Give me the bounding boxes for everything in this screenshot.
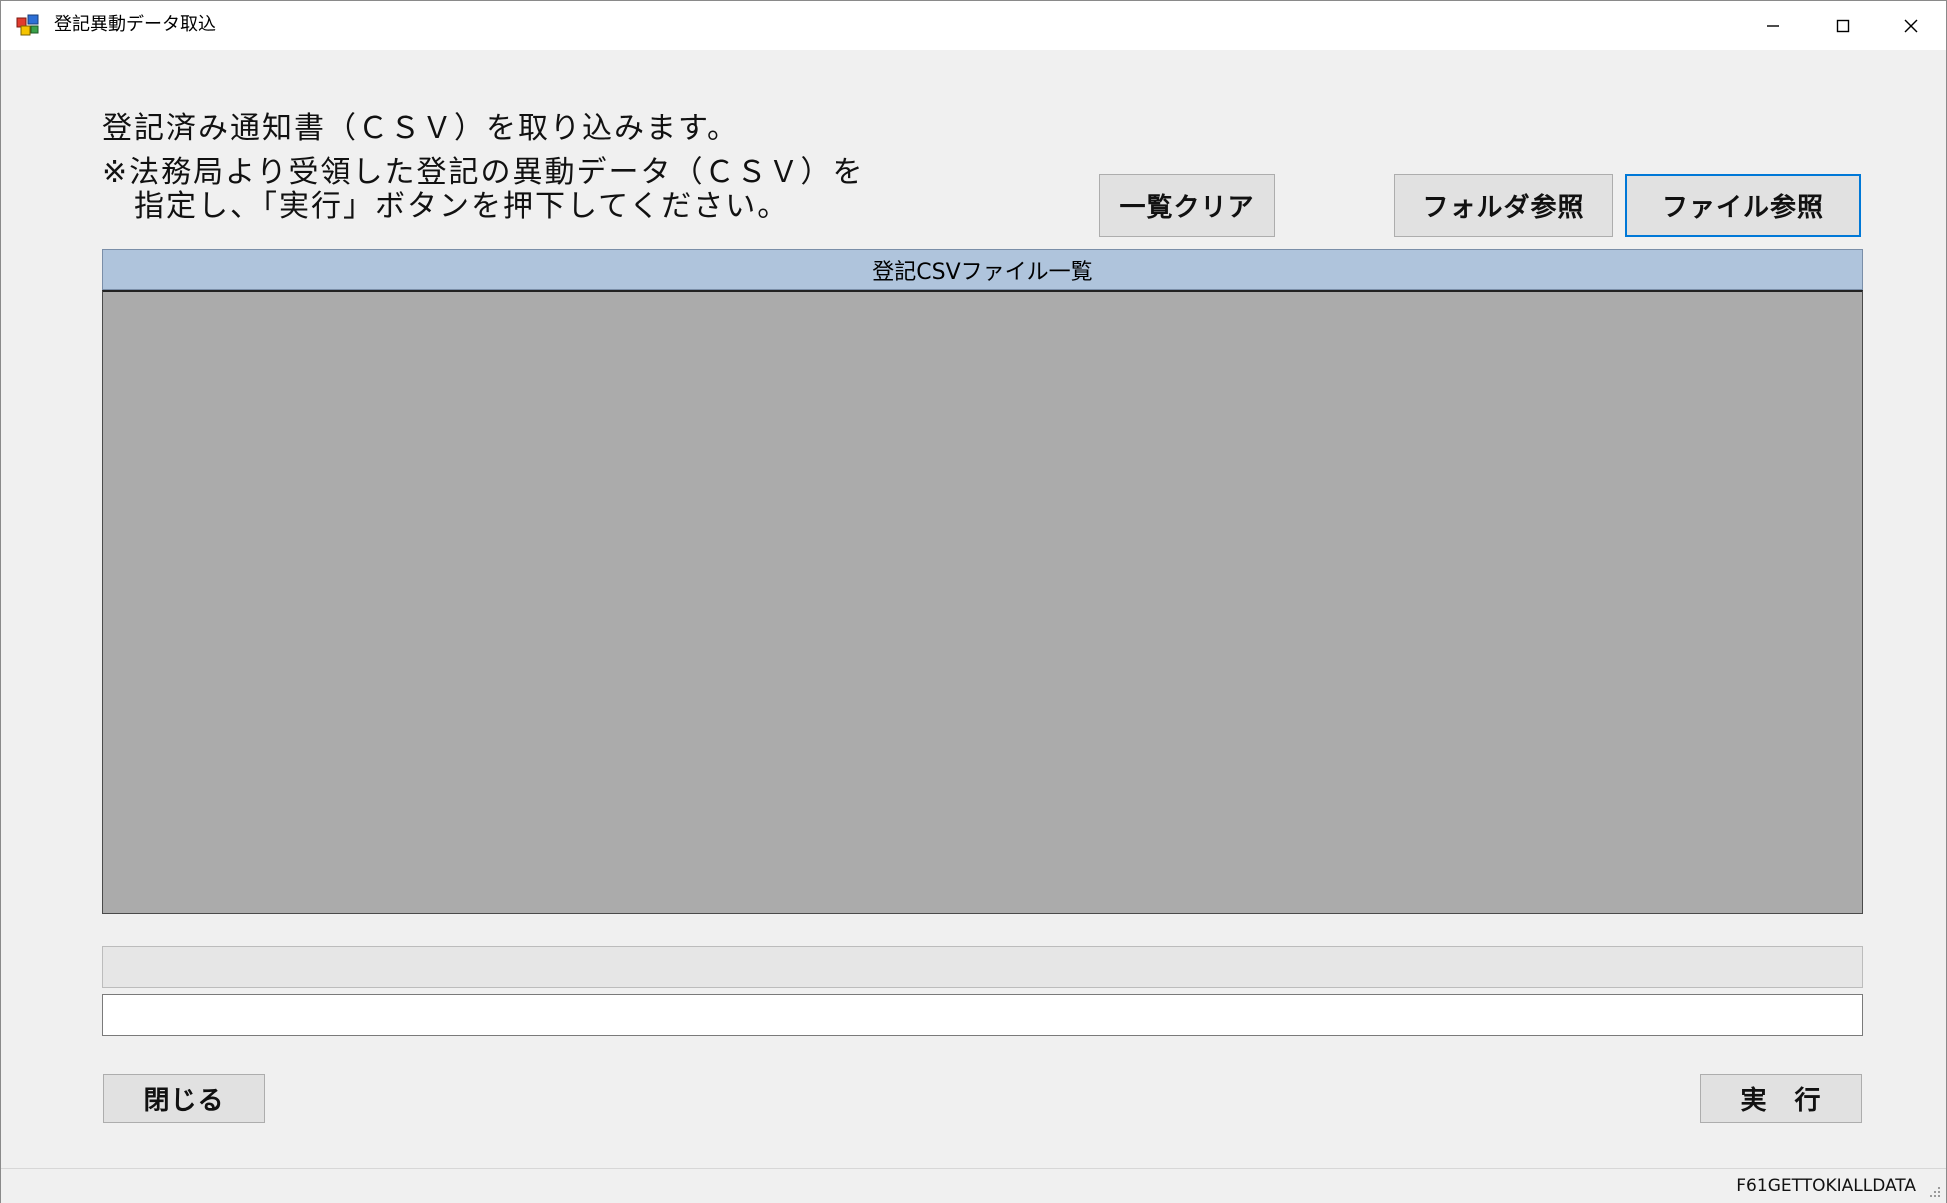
progress-bar	[102, 946, 1863, 988]
status-bar: F61GETTOKIALLDATA	[1, 1168, 1946, 1203]
clear-list-button[interactable]: 一覧クリア	[1099, 174, 1275, 237]
file-list[interactable]	[102, 290, 1863, 914]
status-message-field	[102, 994, 1863, 1036]
maximize-button[interactable]	[1808, 1, 1878, 50]
file-browse-button[interactable]: ファイル参照	[1625, 174, 1861, 237]
form-id-label: F61GETTOKIALLDATA	[1736, 1176, 1916, 1196]
minimize-button[interactable]	[1738, 1, 1808, 50]
instruction-line-3: 指定し、「実行」ボタンを押下してください。	[102, 189, 790, 224]
app-icon[interactable]	[16, 13, 40, 37]
instruction-line-1: 登記済み通知書（ＣＳＶ）を取り込みます。	[102, 111, 739, 146]
window-title: 登記異動データ取込	[54, 14, 216, 35]
resize-grip-icon[interactable]	[1926, 1183, 1942, 1199]
file-list-header: 登記CSVファイル一覧	[102, 249, 1863, 290]
maximize-icon	[1836, 19, 1850, 32]
close-button[interactable]: 閉じる	[103, 1074, 265, 1123]
main-window: 登記異動データ取込 登記済み通知書（ＣＳＶ）を取り込みます。 ※法務局より受領し…	[0, 0, 1947, 1203]
folder-browse-button[interactable]: フォルダ参照	[1394, 174, 1613, 237]
close-window-button[interactable]	[1876, 1, 1946, 50]
close-icon	[1904, 19, 1918, 32]
title-bar[interactable]: 登記異動データ取込	[1, 1, 1946, 50]
minimize-icon	[1767, 24, 1779, 27]
execute-button[interactable]: 実 行	[1700, 1074, 1862, 1123]
